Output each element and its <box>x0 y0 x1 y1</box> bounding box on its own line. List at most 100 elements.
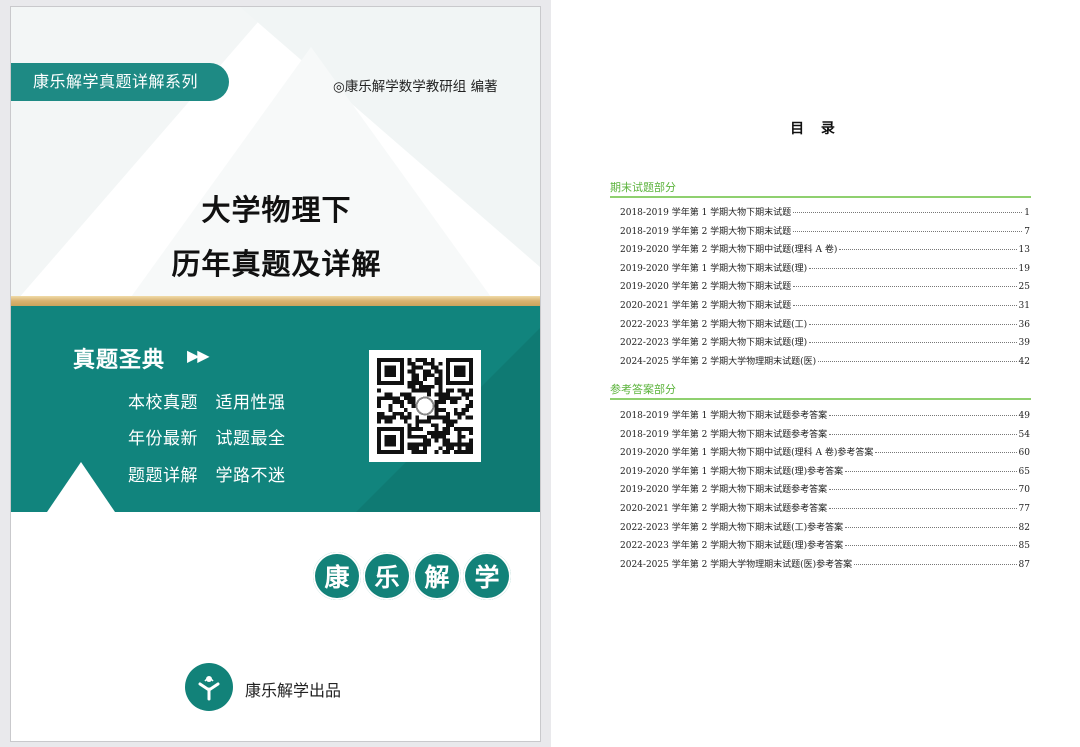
toc-entry[interactable]: 2019-2020 学年第 2 学期大物下期末试题参考答案 70 <box>620 482 1030 501</box>
toc-list-answers: 2018-2019 学年第 1 学期大物下期末试题参考答案 49 2018-2019… <box>620 408 1030 575</box>
toc-entry-label: 2018-2019 学年第 2 学期大物下期末试题 <box>620 226 792 237</box>
feature-line: 本校真题 适用性强 <box>128 393 286 413</box>
toc-dot-leader <box>829 489 1017 491</box>
toc-entry-page: 65 <box>1018 466 1030 477</box>
toc-entry[interactable]: 2022-2023 学年第 2 学期大物下期末试题(理)参考答案 85 <box>620 538 1030 557</box>
toc-page: 目 录 期末试题部分 2018-2019 学年第 1 学期大物下期末试题 1 201… <box>551 0 1080 747</box>
toc-entry[interactable]: 2022-2023 学年第 2 学期大物下期末试题(理) 39 <box>620 335 1030 354</box>
toc-entry[interactable]: 2024-2025 学年第 2 学期大学物理期末试题(医) 42 <box>620 354 1030 373</box>
feature-band: 真题圣典 ▶▶ 本校真题 适用性强 年份最新 试题最全 题题详解 学路不迷 <box>11 306 540 512</box>
toc-entry[interactable]: 2022-2023 学年第 2 学期大物下期末试题(工)参考答案 82 <box>620 520 1030 539</box>
brand-char: 解 <box>413 552 461 600</box>
toc-entry-label: 2022-2023 学年第 2 学期大物下期末试题(理)参考答案 <box>620 541 844 552</box>
book-title-line1: 大学物理下 <box>201 193 352 227</box>
series-label: 康乐解学真题详解系列 <box>11 63 229 101</box>
qr-code-icon <box>377 358 473 454</box>
toc-entry[interactable]: 2024-2025 学年第 2 学期大学物理期末试题(医)参考答案 87 <box>620 557 1030 576</box>
feature-line: 题题详解 学路不迷 <box>128 466 286 486</box>
toc-entry-label: 2022-2023 学年第 2 学期大物下期末试题(工) <box>620 319 808 330</box>
toc-section-heading: 参考答案部分 <box>610 381 1031 400</box>
brand-char: 康 <box>313 552 361 600</box>
brand-char: 乐 <box>363 552 411 600</box>
toc-entry-label: 2019-2020 学年第 1 学期大物下期末试题(理) <box>620 263 808 274</box>
brand-char: 学 <box>463 552 511 600</box>
toc-dot-leader <box>793 304 1017 306</box>
toc-entry-page: 77 <box>1018 503 1030 514</box>
toc-entry[interactable]: 2018-2019 学年第 1 学期大物下期末试题 1 <box>620 205 1030 224</box>
toc-dot-leader <box>829 433 1017 435</box>
toc-entry-label: 2024-2025 学年第 2 学期大学物理期末试题(医)参考答案 <box>620 559 853 570</box>
toc-entry-page: 60 <box>1018 448 1030 459</box>
toc-entry[interactable]: 2018-2019 学年第 1 学期大物下期末试题参考答案 49 <box>620 408 1030 427</box>
toc-dot-leader <box>845 526 1017 528</box>
band-notch <box>47 462 115 512</box>
toc-dot-leader <box>793 230 1023 232</box>
toc-entry-page: 42 <box>1018 356 1030 367</box>
toc-dot-leader <box>875 452 1017 454</box>
toc-section-heading: 期末试题部分 <box>610 179 1031 198</box>
toc-title: 目 录 <box>790 121 841 137</box>
toc-entry-page: 49 <box>1018 411 1030 421</box>
toc-list-exams: 2018-2019 学年第 1 学期大物下期末试题 1 2018-2019 学年第 … <box>620 205 1030 372</box>
toc-dot-leader <box>793 286 1017 288</box>
toc-entry-page: 19 <box>1018 263 1030 274</box>
toc-entry[interactable]: 2020-2021 学年第 2 学期大物下期末试题 31 <box>620 298 1030 317</box>
toc-dot-leader <box>809 342 1017 344</box>
author-line: ◎康乐解学数学教研组 编著 <box>333 79 498 95</box>
toc-entry-page: 36 <box>1018 319 1030 330</box>
toc-entry-label: 2019-2020 学年第 2 学期大物下期中试题(理科 A 卷) <box>620 245 838 256</box>
toc-entry-page: 31 <box>1018 300 1030 311</box>
toc-dot-leader <box>829 415 1017 416</box>
toc-entry-page: 7 <box>1024 226 1030 237</box>
toc-dot-leader <box>793 212 1023 213</box>
gold-divider <box>11 296 540 306</box>
toc-entry-label: 2020-2021 学年第 2 学期大物下期末试题参考答案 <box>620 503 828 514</box>
toc-entry[interactable]: 2022-2023 学年第 2 学期大物下期末试题(工) 36 <box>620 317 1030 336</box>
toc-entry-label: 2018-2019 学年第 1 学期大物下期末试题参考答案 <box>620 411 828 421</box>
toc-entry-label: 2019-2020 学年第 1 学期大物下期末试题(理)参考答案 <box>620 466 844 477</box>
brand-wordmark: 康 乐 解 学 <box>313 552 511 600</box>
toc-entry-page: 39 <box>1018 338 1030 349</box>
toc-entry[interactable]: 2019-2020 学年第 1 学期大物下期中试题(理科 A 卷)参考答案 60 <box>620 445 1030 464</box>
feature-line: 年份最新 试题最全 <box>128 429 286 449</box>
play-arrows-icon: ▶▶ <box>187 346 210 365</box>
qr-code[interactable] <box>369 350 481 462</box>
toc-dot-leader <box>829 507 1017 509</box>
toc-entry[interactable]: 2019-2020 学年第 2 学期大物下期末试题 25 <box>620 279 1030 298</box>
toc-entry[interactable]: 2019-2020 学年第 1 学期大物下期末试题(理) 19 <box>620 261 1030 280</box>
toc-entry-label: 2020-2021 学年第 2 学期大物下期末试题 <box>620 300 792 311</box>
toc-entry-page: 54 <box>1018 429 1030 440</box>
publisher-name: 康乐解学出品 <box>245 681 342 700</box>
toc-entry-page: 87 <box>1018 559 1030 570</box>
toc-dot-leader <box>854 563 1017 565</box>
toc-entry-label: 2019-2020 学年第 1 学期大物下期中试题(理科 A 卷)参考答案 <box>620 448 874 459</box>
toc-entry-page: 82 <box>1018 522 1030 533</box>
toc-entry[interactable]: 2019-2020 学年第 2 学期大物下期中试题(理科 A 卷) 13 <box>620 242 1030 261</box>
toc-entry-page: 70 <box>1018 485 1030 496</box>
book-title-line2: 历年真题及详解 <box>171 247 382 281</box>
toc-dot-leader <box>845 470 1017 472</box>
toc-dot-leader <box>809 323 1017 325</box>
toc-entry[interactable]: 2019-2020 学年第 1 学期大物下期末试题(理)参考答案 65 <box>620 464 1030 483</box>
toc-entry-label: 2022-2023 学年第 2 学期大物下期末试题(理) <box>620 338 808 349</box>
toc-entry-page: 85 <box>1018 541 1030 552</box>
toc-entry-page: 25 <box>1018 282 1030 293</box>
slogan-title: 真题圣典 <box>73 348 166 373</box>
toc-entry-label: 2022-2023 学年第 2 学期大物下期末试题(工)参考答案 <box>620 522 844 533</box>
toc-dot-leader <box>809 267 1017 269</box>
toc-dot-leader <box>818 360 1017 362</box>
toc-entry[interactable]: 2018-2019 学年第 2 学期大物下期末试题 7 <box>620 224 1030 243</box>
toc-entry-label: 2018-2019 学年第 1 学期大物下期末试题 <box>620 208 792 218</box>
toc-entry-label: 2019-2020 学年第 2 学期大物下期末试题 <box>620 282 792 293</box>
toc-entry-label: 2018-2019 学年第 2 学期大物下期末试题参考答案 <box>620 429 828 440</box>
cover-page: 康乐解学真题详解系列 ◎康乐解学数学教研组 编著 大学物理下 历年真题及详解 真… <box>10 6 541 742</box>
toc-entry-page: 13 <box>1018 245 1030 256</box>
toc-dot-leader <box>839 249 1017 251</box>
toc-entry-page: 1 <box>1024 208 1030 218</box>
toc-entry-label: 2024-2025 学年第 2 学期大学物理期末试题(医) <box>620 356 817 367</box>
toc-entry[interactable]: 2020-2021 学年第 2 学期大物下期末试题参考答案 77 <box>620 501 1030 520</box>
publisher-logo-icon <box>185 663 233 711</box>
toc-entry-label: 2019-2020 学年第 2 学期大物下期末试题参考答案 <box>620 485 828 496</box>
toc-entry[interactable]: 2018-2019 学年第 2 学期大物下期末试题参考答案 54 <box>620 427 1030 446</box>
toc-dot-leader <box>845 545 1017 547</box>
